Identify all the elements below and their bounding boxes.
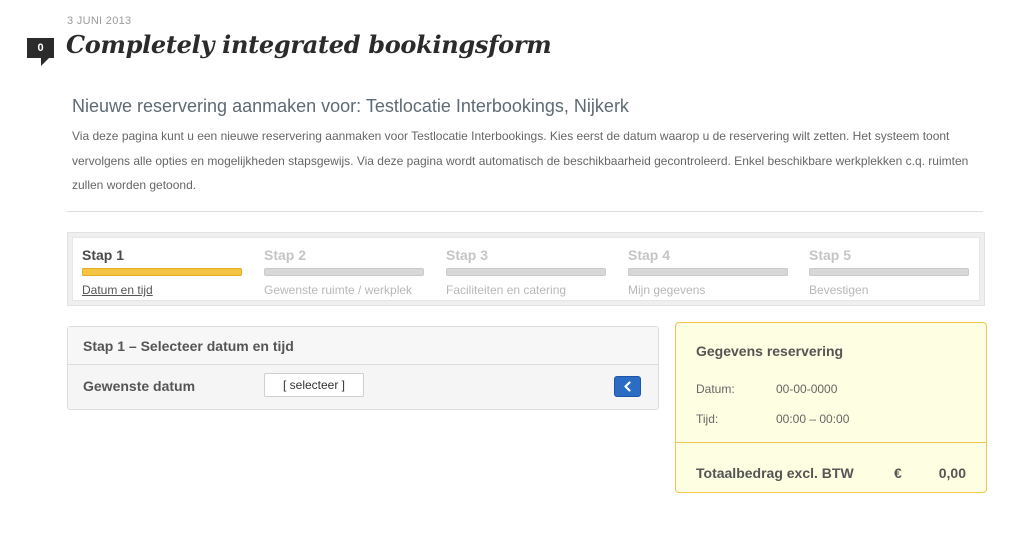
step-label-link[interactable]: Datum en tijd <box>82 283 153 297</box>
intro-heading: Nieuwe reservering aanmaken voor: Testlo… <box>72 96 629 116</box>
summary-time-value: 00:00 – 00:00 <box>776 412 850 426</box>
date-selection-panel: Stap 1 – Selecteer datum en tijd Gewenst… <box>67 326 659 410</box>
comment-count-badge[interactable]: 0 <box>27 38 54 66</box>
post-title[interactable]: Completely integrated bookingsform <box>66 30 552 59</box>
step-label: Bevestigen <box>809 283 869 297</box>
step-label: Mijn gegevens <box>628 283 706 297</box>
post-date: 3 JUNI 2013 <box>67 15 132 27</box>
step-title: Stap 1 <box>82 247 125 263</box>
intro-text: Via deze pagina kunt u een nieuwe reserv… <box>72 129 969 192</box>
step-title: Stap 2 <box>264 247 307 263</box>
summary-divider <box>676 442 986 443</box>
step-progress-bar <box>264 268 424 276</box>
reservation-summary: Gegevens reservering Datum: 00-00-0000 T… <box>675 322 987 493</box>
step-progress-bar <box>82 268 242 276</box>
step-progress-inner: Stap 1 Datum en tijd Stap 2 Gewenste rui… <box>72 237 980 301</box>
summary-date-label: Datum: <box>696 382 735 396</box>
summary-total-currency: € <box>894 465 902 481</box>
divider <box>67 211 983 212</box>
step-progress-bar <box>628 268 788 276</box>
summary-title: Gegevens reservering <box>696 343 844 359</box>
previous-button[interactable] <box>614 376 641 397</box>
panel-header-title: Stap 1 – Selecteer datum en tijd <box>83 338 294 354</box>
step-progress: Stap 1 Datum en tijd Stap 2 Gewenste rui… <box>67 232 985 306</box>
summary-time-label: Tijd: <box>696 412 719 426</box>
step-title: Stap 3 <box>446 247 489 263</box>
chevron-left-icon <box>624 381 631 392</box>
summary-total-label: Totaalbedrag excl. BTW <box>696 465 854 481</box>
summary-date-value: 00-00-0000 <box>776 382 838 396</box>
panel-header: Stap 1 – Selecteer datum en tijd <box>68 327 658 365</box>
step-progress-bar <box>809 268 969 276</box>
step-title: Stap 5 <box>809 247 852 263</box>
step-progress-bar <box>446 268 606 276</box>
step-label: Gewenste ruimte / werkplek <box>264 283 413 297</box>
summary-total-amount: 0,00 <box>938 465 966 481</box>
step-label: Faciliteiten en catering <box>446 283 567 297</box>
date-field-label: Gewenste datum <box>83 378 196 394</box>
select-date-button[interactable]: [ selecteer ] <box>264 373 364 397</box>
step-title: Stap 4 <box>628 247 671 263</box>
